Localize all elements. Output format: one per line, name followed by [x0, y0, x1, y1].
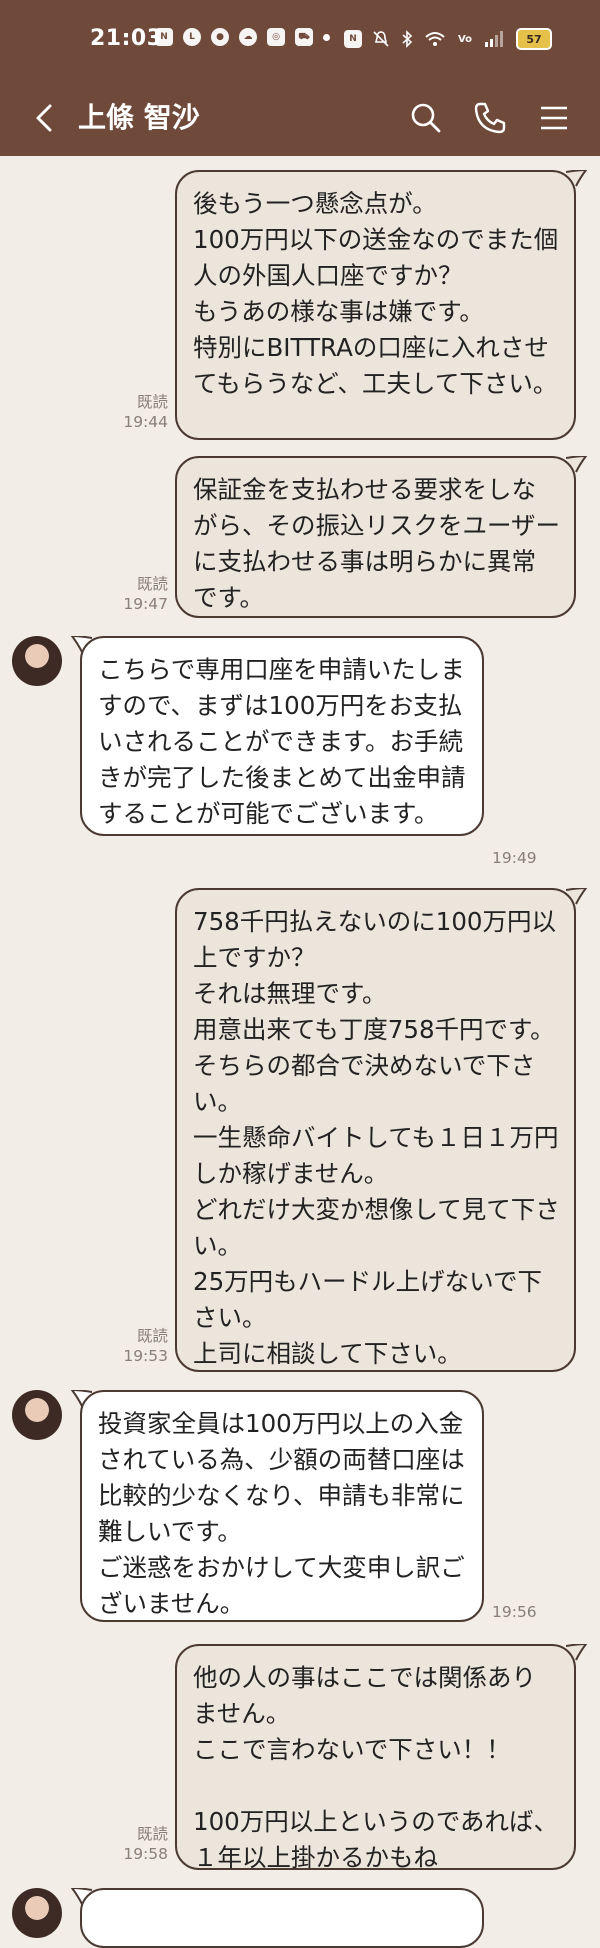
contact-name[interactable]: 上條 智沙 [78, 96, 200, 136]
message-bubble[interactable]: 後もう一つ懸念点が。 100万円以下の送金なのでまた個人の外国人口座ですか？ も… [175, 170, 576, 440]
battery-indicator: 57 [516, 28, 552, 50]
more-notifications-dot [323, 34, 330, 41]
bubble-tail [566, 456, 588, 473]
message-bubble[interactable]: 758千円払えないのに100万円以上ですか？ それは無理です。 用意出来ても丁度… [175, 888, 576, 1372]
wifi-icon [425, 32, 445, 46]
chat-header: 上條 智沙 [0, 80, 600, 156]
line-icon: L [183, 28, 201, 46]
system-icons: N Vo 57 [344, 28, 552, 50]
instagram-icon: ◎ [267, 28, 285, 46]
message-time: 19:49 [492, 849, 537, 867]
read-receipt: 既読 [136, 1327, 168, 1345]
contact-avatar[interactable] [12, 1888, 62, 1938]
bubble-tail [566, 888, 588, 905]
read-receipt: 既読 [136, 393, 168, 411]
message-meta: 既読 19:47 [112, 574, 168, 614]
message-time: 19:44 [123, 413, 168, 431]
message-bubble[interactable] [80, 1888, 484, 1948]
contact-avatar[interactable] [12, 636, 62, 686]
bluetooth-icon [402, 30, 413, 48]
message-bubble[interactable]: こちらで専用口座を申請いたしますので、まずは100万円をお支払いされることができ… [80, 636, 484, 836]
read-receipt: 既読 [136, 575, 168, 593]
nfc-icon: N [344, 30, 362, 48]
message-meta: 既読 19:44 [112, 392, 168, 432]
shopping-icon: ⛟ [295, 28, 313, 46]
status-time: 21:03 [90, 26, 163, 51]
message-time: 19:53 [123, 1347, 168, 1365]
status-bar: 21:03 N L ● ☁ ◎ ⛟ N Vo 57 [0, 0, 600, 80]
message-time: 19:47 [123, 595, 168, 613]
message-time: 19:56 [492, 1603, 537, 1621]
weather-icon: ☁ [239, 28, 257, 46]
netflix-icon: N [155, 28, 173, 46]
signal-icon [485, 31, 503, 47]
message-bubble[interactable]: 保証金を支払わせる要求をしながら、その振込リスクをユーザーに支払わせる事は明らか… [175, 456, 576, 618]
volte-icon: Vo [457, 33, 473, 45]
bubble-tail [566, 170, 588, 187]
phone-icon[interactable] [470, 98, 510, 138]
bubble-tail [566, 1644, 588, 1661]
message-bubble[interactable]: 他の人の事はここでは関係ありません。 ここで言わないで下さい！！ 100万円以上… [175, 1644, 576, 1872]
message-bubble[interactable]: 投資家全員は100万円以上の入金されている為、少額の両替口座は比較的少なくなり、… [80, 1390, 484, 1622]
contact-avatar[interactable] [12, 1390, 62, 1440]
message-list[interactable]: 後もう一つ懸念点が。 100万円以下の送金なのでまた個人の外国人口座ですか？ も… [0, 156, 600, 1948]
read-receipt: 既読 [136, 1825, 168, 1843]
search-icon[interactable] [406, 98, 446, 138]
chat-icon: ● [211, 28, 229, 46]
menu-icon[interactable] [534, 98, 574, 138]
back-arrow-icon[interactable] [30, 98, 62, 138]
mute-icon [373, 31, 389, 47]
message-meta: 既読 19:58 [112, 1824, 168, 1864]
message-meta: 既読 19:53 [112, 1326, 168, 1366]
notification-icons: N L ● ☁ ◎ ⛟ [155, 28, 330, 46]
message-time: 19:58 [123, 1845, 168, 1863]
